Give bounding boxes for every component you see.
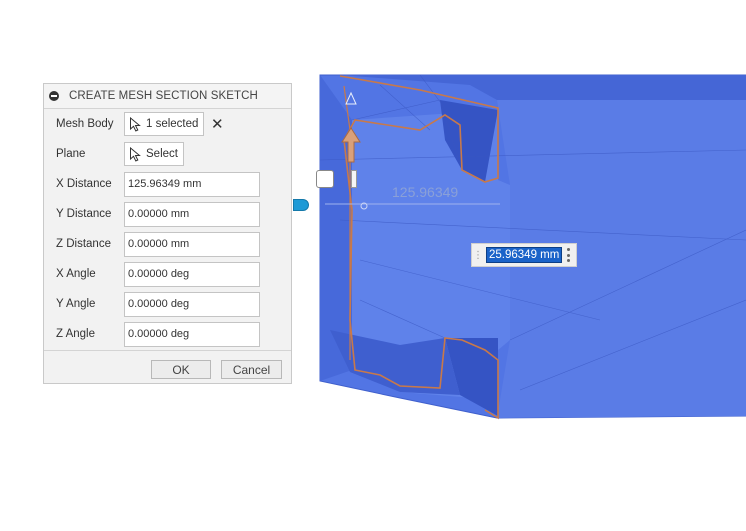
y-angle-row: Y Angle xyxy=(44,291,291,317)
collapse-icon[interactable] xyxy=(49,91,59,101)
y-distance-label: Y Distance xyxy=(56,208,112,220)
x-angle-label: X Angle xyxy=(56,268,96,280)
plane-row: Plane Select xyxy=(44,141,291,167)
plane-label: Plane xyxy=(56,148,86,160)
dimension-input-box[interactable]: ⋮ 25.96349 mm xyxy=(471,243,577,267)
drag-grip-icon[interactable]: ⋮ xyxy=(472,244,484,266)
mesh-body-select-label: 1 selected xyxy=(146,118,199,130)
more-options-icon[interactable] xyxy=(566,248,570,262)
dialog-footer: OK Cancel xyxy=(44,350,291,385)
mesh-body-row: Mesh Body 1 selected ✕ xyxy=(44,111,291,137)
x-distance-label: X Distance xyxy=(56,178,112,190)
y-angle-label: Y Angle xyxy=(56,298,96,310)
dialog-title: CREATE MESH SECTION SKETCH xyxy=(69,90,258,102)
cursor-arrow-icon xyxy=(130,146,141,162)
plane-select-button[interactable]: Select xyxy=(124,142,184,166)
ghost-dimension-label: 125.96349 xyxy=(392,184,459,200)
x-distance-row: X Distance xyxy=(44,171,291,197)
slider-handle[interactable] xyxy=(351,170,357,188)
dialog-header: CREATE MESH SECTION SKETCH xyxy=(44,84,291,109)
mesh-body-label: Mesh Body xyxy=(56,118,114,130)
clear-selection-icon[interactable]: ✕ xyxy=(211,117,224,132)
z-angle-input[interactable] xyxy=(124,321,260,347)
plane-select-label: Select xyxy=(146,148,178,160)
z-distance-row: Z Distance xyxy=(44,231,291,257)
z-distance-label: Z Distance xyxy=(56,238,111,250)
z-angle-row: Z Angle xyxy=(44,321,291,347)
dimension-input-value[interactable]: 25.96349 mm xyxy=(486,247,563,263)
y-distance-input[interactable] xyxy=(124,201,260,227)
drag-arrow-handle[interactable] xyxy=(293,199,309,211)
z-angle-label: Z Angle xyxy=(56,328,95,340)
cursor-arrow-icon xyxy=(130,116,141,132)
y-angle-input[interactable] xyxy=(124,291,260,317)
create-mesh-section-sketch-dialog: CREATE MESH SECTION SKETCH Mesh Body 1 s… xyxy=(43,83,292,384)
cancel-button[interactable]: Cancel xyxy=(221,360,282,379)
x-distance-input[interactable] xyxy=(124,171,260,197)
ok-button[interactable]: OK xyxy=(151,360,211,379)
y-distance-row: Y Distance xyxy=(44,201,291,227)
z-distance-input[interactable] xyxy=(124,231,260,257)
x-angle-row: X Angle xyxy=(44,261,291,287)
mesh-body-select-button[interactable]: 1 selected xyxy=(124,112,205,136)
x-angle-input[interactable] xyxy=(124,261,260,287)
rotation-handle[interactable] xyxy=(316,170,334,188)
